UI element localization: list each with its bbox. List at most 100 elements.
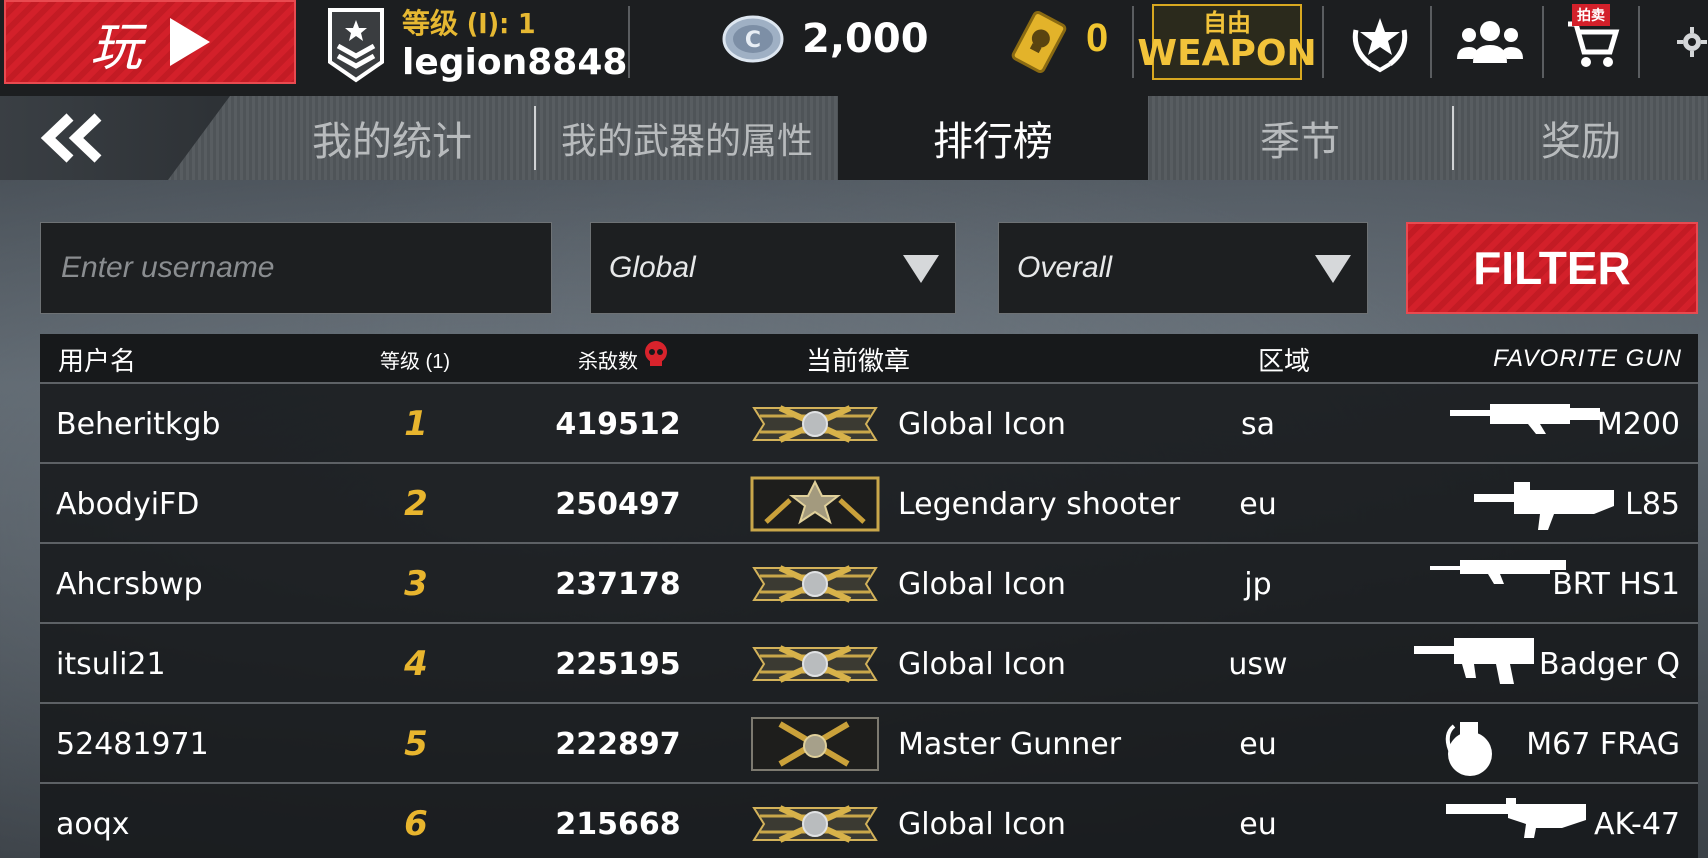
table-row[interactable]: Ahcrsbwp 3 237178 Global Icon jp BRT HS1: [40, 544, 1698, 624]
double-chevron-left-icon: [40, 113, 102, 163]
row-rank: 2: [404, 484, 428, 524]
tab-bar: 我的统计 我的武器的属性 排行榜 季节 奖励: [0, 96, 1708, 180]
tab-label: 奖励: [1541, 120, 1621, 164]
row-kills: 225195: [555, 646, 681, 682]
row-username: aoqx: [56, 806, 130, 842]
row-kills: 222897: [555, 726, 681, 762]
header-kills-label: 杀敌数: [578, 350, 638, 373]
free-weapon-en-label: WEAPON: [1137, 33, 1317, 74]
table-body: Beheritkgb 1 419512 Global Icon sa M200 Abodyi…: [40, 384, 1698, 858]
row-kills: 419512: [555, 406, 681, 442]
row-rank: 4: [404, 644, 428, 684]
row-region: jp: [1244, 566, 1272, 602]
header-username: 用户名: [58, 345, 137, 376]
row-rank: 1: [404, 404, 428, 444]
laurel-star-icon[interactable]: [1340, 10, 1420, 74]
table-row[interactable]: AbodyiFD 2 250497 Legendary shooter eu L85: [40, 464, 1698, 544]
player-username: legion8848: [402, 42, 628, 83]
row-badge-name: Global Icon: [898, 806, 1066, 842]
leaderboard-table: 用户名 等级 (1) 杀敌数 当前徽章 区域 FAVORITE GUN Behe…: [40, 334, 1698, 858]
gold-balance: 0: [1086, 16, 1109, 60]
badge-emblem-icon: [750, 476, 880, 532]
weapon-silhouette-icon: [1440, 714, 1496, 776]
table-row[interactable]: itsuli21 4 225195 Global Icon usw Badger Q: [40, 624, 1698, 704]
row-username: AbodyiFD: [56, 486, 200, 522]
table-row[interactable]: Beheritkgb 1 419512 Global Icon sa M200: [40, 384, 1698, 464]
gear-icon[interactable]: [1660, 10, 1708, 74]
divider: [1322, 6, 1324, 78]
username-search-input[interactable]: [61, 251, 551, 285]
tab-label: 我的武器的属性: [560, 120, 813, 161]
header-kills: 杀敌数: [578, 334, 670, 384]
weapon-silhouette-icon: [1450, 394, 1600, 454]
auction-tag: 拍卖: [1572, 4, 1610, 26]
header-badge: 当前徽章: [806, 345, 911, 376]
divider: [1430, 6, 1432, 78]
divider: [1132, 6, 1134, 78]
coin-balance: 2,000: [802, 16, 929, 62]
tab-season[interactable]: 季节: [1148, 96, 1452, 180]
weapon-silhouette-icon: [1474, 474, 1614, 534]
row-favorite-gun: BRT HS1: [1552, 566, 1680, 602]
badge-emblem-icon: [750, 556, 880, 612]
row-region: sa: [1240, 406, 1275, 442]
row-badge-name: Global Icon: [898, 406, 1066, 442]
table-header: 用户名 等级 (1) 杀敌数 当前徽章 区域 FAVORITE GUN: [40, 334, 1698, 384]
row-favorite-gun: Badger Q: [1539, 646, 1680, 682]
gold-card-icon: [1011, 10, 1067, 74]
dropdown-arrow-icon: [903, 255, 939, 283]
row-rank: 5: [404, 724, 428, 764]
table-row[interactable]: 52481971 5 222897 Master Gunner eu M67 FRAG: [40, 704, 1698, 784]
tab-weapon-attributes[interactable]: 我的武器的属性: [536, 96, 838, 180]
friends-icon[interactable]: [1452, 10, 1528, 74]
row-favorite-gun: M67 FRAG: [1526, 726, 1680, 762]
badge-emblem-icon: [750, 796, 880, 852]
tab-label: 季节: [1260, 120, 1340, 164]
badge-emblem-icon: [750, 396, 880, 452]
header-region: 区域: [1258, 345, 1311, 376]
row-region: eu: [1239, 806, 1277, 842]
coin-icon: C: [722, 15, 784, 63]
weapon-silhouette-icon: [1414, 634, 1544, 694]
row-rank: 6: [404, 804, 428, 844]
header-favorite-gun: FAVORITE GUN: [1493, 345, 1682, 372]
row-username: Ahcrsbwp: [56, 566, 203, 602]
badge-emblem-icon: [750, 716, 880, 772]
divider: [1542, 6, 1544, 78]
row-favorite-gun: M200: [1596, 406, 1680, 442]
row-region: eu: [1239, 726, 1277, 762]
free-weapon-button[interactable]: 自由 WEAPON: [1137, 4, 1317, 80]
rank-chevron-icon[interactable]: [326, 6, 386, 84]
period-selected: Overall: [1017, 251, 1113, 284]
row-region: eu: [1239, 486, 1277, 522]
row-rank: 3: [404, 564, 428, 604]
filter-button[interactable]: FILTER: [1406, 222, 1698, 314]
skull-icon: [645, 341, 667, 366]
row-badge-name: Legendary shooter: [898, 486, 1181, 522]
row-favorite-gun: L85: [1625, 486, 1680, 522]
weapon-silhouette-icon: [1446, 794, 1586, 854]
play-button[interactable]: 玩: [4, 0, 296, 84]
divider: [628, 6, 630, 78]
tab-my-stats[interactable]: 我的统计: [250, 96, 534, 180]
row-username: itsuli21: [56, 646, 166, 682]
svg-text:C: C: [745, 28, 761, 53]
region-dropdown[interactable]: Global: [590, 222, 956, 314]
tab-label: 我的统计: [312, 120, 472, 164]
row-kills: 215668: [555, 806, 681, 842]
region-selected: Global: [609, 251, 696, 284]
top-bar: 玩 等级 (I): 1 legion8848 C 2,000 0 自由 WEAP…: [0, 0, 1708, 96]
weapon-silhouette-icon: [1430, 554, 1566, 614]
table-row[interactable]: aoqx 6 215668 Global Icon eu AK-47: [40, 784, 1698, 858]
row-region: usw: [1228, 646, 1288, 682]
row-kills: 250497: [555, 486, 681, 522]
username-search-field[interactable]: [40, 222, 552, 314]
tab-label: 排行榜: [933, 120, 1053, 164]
player-level: 等级 (I): 1: [402, 7, 536, 40]
row-username: 52481971: [56, 726, 209, 762]
period-dropdown[interactable]: Overall: [998, 222, 1368, 314]
tab-rewards[interactable]: 奖励: [1454, 96, 1708, 180]
row-badge-name: Global Icon: [898, 566, 1066, 602]
tab-leaderboard[interactable]: 排行榜: [838, 96, 1148, 180]
filter-label: FILTER: [1473, 242, 1631, 294]
